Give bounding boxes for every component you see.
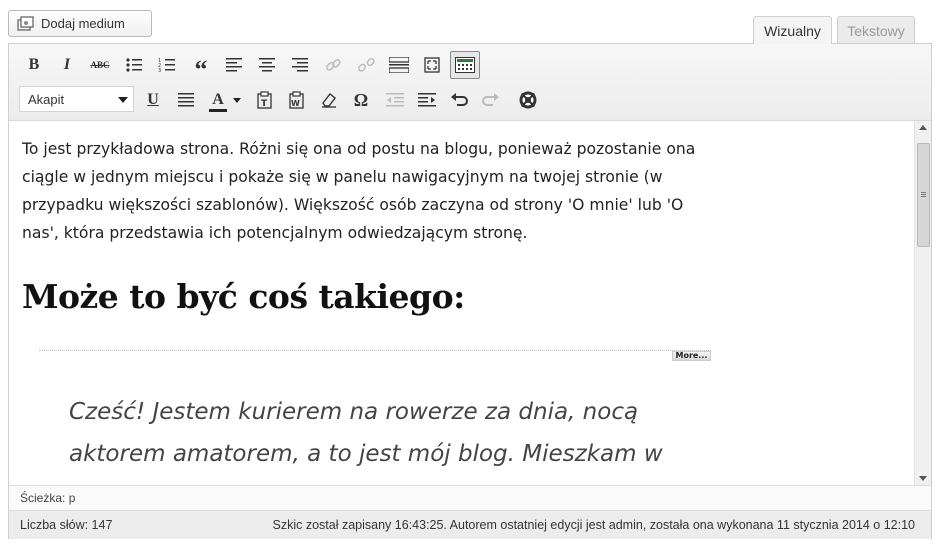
undo-button[interactable] [446,87,472,113]
text-color-swatch [209,109,227,112]
word-count: Liczba słów: 147 [20,518,113,532]
add-media-button[interactable]: Dodaj medium [8,10,152,37]
undo-icon [451,93,468,106]
bold-icon: B [28,56,40,73]
camera-music-icon [17,15,34,31]
text-color-glyph: A [212,91,224,108]
justify-button[interactable] [173,87,199,113]
blockquote-button[interactable]: “ [188,52,214,83]
italic-button[interactable]: I [54,52,80,78]
more-divider [39,350,711,351]
kitchen-sink-icon [455,57,475,73]
strikethrough-icon: ABC [90,60,110,70]
svg-text:3: 3 [158,68,161,73]
kitchen-sink-button[interactable] [450,51,480,79]
help-icon [519,91,537,109]
content-blockquote: Cześć! Jestem kurierem na rowerze za dni… [69,399,663,467]
content-heading: Może to być coś takiego: [22,277,465,316]
tab-visual[interactable]: Wizualny [753,16,832,44]
paste-word-button[interactable]: W [284,87,310,113]
svg-text:W: W [291,99,300,108]
status-bar: Liczba słów: 147 Szkic został zapisany 1… [9,510,931,539]
format-select[interactable]: Akapit [19,86,134,112]
insert-link-icon [326,59,341,71]
editor: B I ABC 123 “ Akapit U A T W Ω To jest p… [8,43,932,539]
redo-icon [482,93,499,106]
align-center-button[interactable] [254,52,280,78]
paste-text-icon: T [257,91,272,109]
indent-button[interactable] [414,87,440,113]
help-button[interactable] [515,87,541,113]
align-left-icon [226,58,242,72]
align-right-button[interactable] [287,52,313,78]
numbered-list-button[interactable]: 123 [154,52,180,78]
outdent-icon [386,93,404,107]
add-media-label: Dodaj medium [41,16,125,31]
content-scrollbar[interactable] [914,121,931,485]
unlink-icon [358,58,375,72]
insert-more-button[interactable] [386,52,412,78]
special-char-button[interactable]: Ω [348,87,374,113]
path-bar: Ścieżka: p [9,485,931,510]
italic-icon: I [63,56,71,73]
bullet-list-button[interactable] [121,52,147,78]
numbered-list-icon: 123 [158,58,175,73]
unlink-button[interactable] [353,52,379,78]
more-tag: More... [672,351,711,361]
fullscreen-button[interactable] [419,52,445,78]
scroll-up-arrow-icon[interactable] [919,125,927,130]
tab-text[interactable]: Tekstowy [837,16,915,44]
justify-icon [178,93,194,107]
path-label: Ścieżka: [20,491,66,505]
underline-icon: U [147,91,159,108]
scroll-down-arrow-icon[interactable] [919,476,927,481]
clear-format-button[interactable] [316,87,342,113]
special-char-icon: Ω [353,89,369,110]
redo-button[interactable] [478,87,504,113]
text-color-button[interactable]: A [204,87,246,113]
bold-button[interactable]: B [21,52,47,78]
align-center-icon [259,58,275,72]
align-left-button[interactable] [221,52,247,78]
content-paragraph: To jest przykładowa strona. Różni się on… [22,140,696,242]
editor-content[interactable]: To jest przykładowa strona. Różni się on… [9,121,914,485]
blockquote-icon: “ [194,55,208,84]
format-select-value: Akapit [28,91,65,107]
path-element[interactable]: p [69,491,76,505]
paste-word-icon: W [289,91,304,109]
insert-more-icon [389,57,409,73]
text-color-icon: A [209,91,227,112]
clear-format-icon [322,93,336,108]
bullet-list-icon [126,58,142,72]
paste-text-button[interactable]: T [252,87,278,113]
svg-text:T: T [261,99,268,109]
underline-button[interactable]: U [140,87,166,113]
fullscreen-icon [424,57,440,73]
scroll-thumb[interactable] [917,143,930,247]
strikethrough-button[interactable]: ABC [87,52,113,78]
chevron-down-icon [118,97,128,103]
chevron-down-icon [233,97,241,103]
editor-toolbar: B I ABC 123 “ Akapit U A T W Ω [9,44,931,121]
outdent-button[interactable] [382,87,408,113]
draft-status: Szkic został zapisany 16:43:25. Autorem … [272,518,915,532]
indent-icon [418,93,436,107]
insert-link-button[interactable] [320,52,346,78]
align-right-icon [292,58,308,72]
grip-icon [921,192,926,193]
